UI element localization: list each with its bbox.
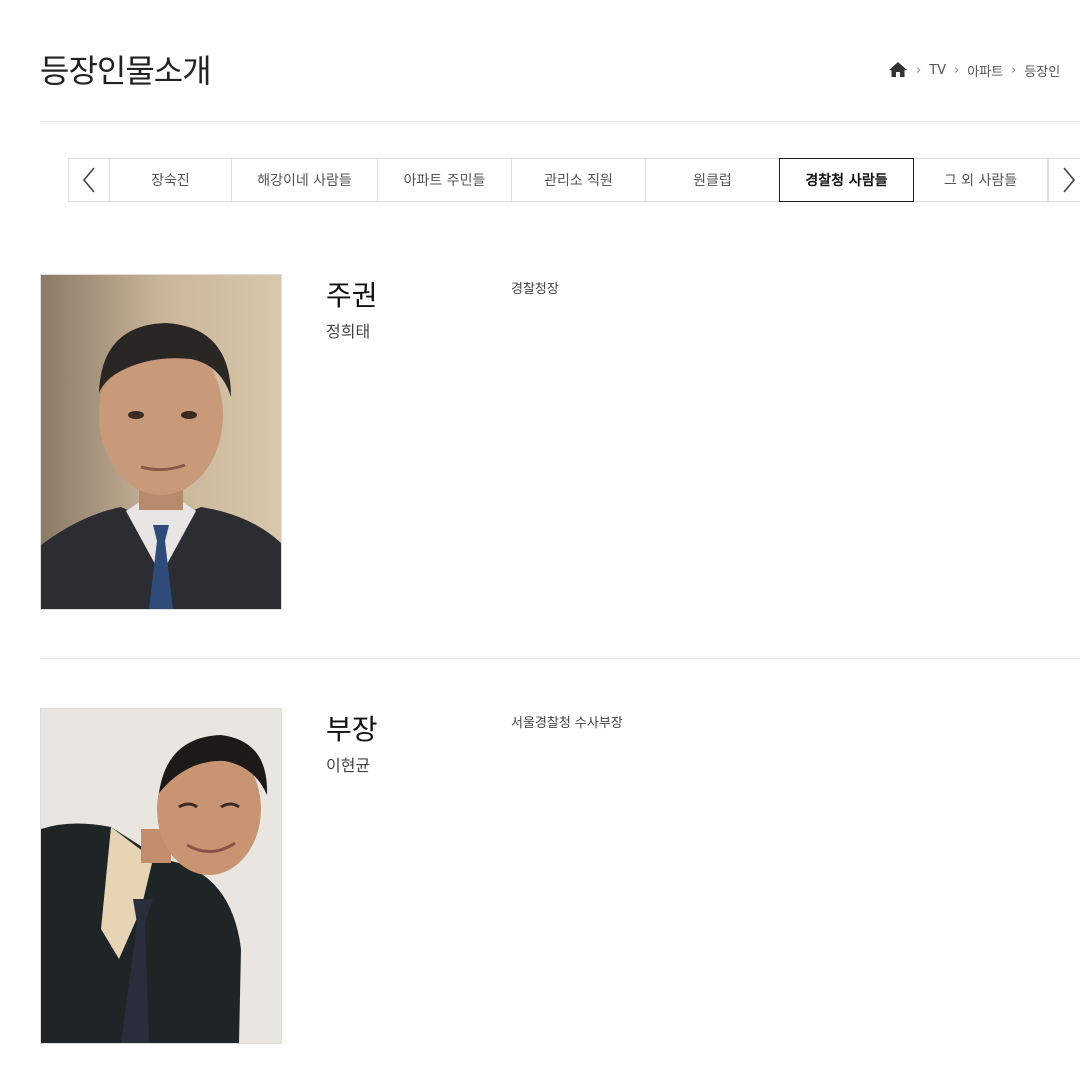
tab-one-club[interactable]: 원클럽 bbox=[646, 158, 780, 202]
tab-others[interactable]: 그 외 사람들 bbox=[914, 158, 1048, 202]
breadcrumb: › TV › 아파트 › 등장인 bbox=[888, 60, 1060, 80]
breadcrumb-separator-icon: › bbox=[1011, 62, 1017, 78]
breadcrumb-item-current[interactable]: 등장인 bbox=[1024, 61, 1060, 80]
character-photo bbox=[40, 274, 282, 610]
tab-apartment-residents[interactable]: 아파트 주민들 bbox=[378, 158, 512, 202]
character-role: 경찰청장 bbox=[511, 282, 559, 297]
character-name: 주권 bbox=[326, 279, 378, 312]
breadcrumb-separator-icon: › bbox=[954, 62, 960, 78]
actor-name: 정희태 bbox=[326, 322, 371, 341]
chevron-left-icon bbox=[82, 167, 95, 193]
tab-jang-sukjin[interactable]: 장숙진 bbox=[110, 158, 232, 202]
character-photo bbox=[40, 708, 282, 1044]
page-title: 등장인물소개 bbox=[40, 52, 212, 90]
prev-arrow-button[interactable] bbox=[68, 158, 110, 202]
header-divider bbox=[40, 121, 1080, 122]
next-arrow-button[interactable] bbox=[1048, 158, 1080, 202]
breadcrumb-item-program[interactable]: 아파트 bbox=[967, 61, 1003, 80]
character-divider bbox=[40, 658, 1080, 659]
chevron-right-icon bbox=[1063, 167, 1076, 193]
character-group-tabs: 장숙진 해강이네 사람들 아파트 주민들 관리소 직원 원클럽 경찰청 사람들 … bbox=[68, 158, 1080, 202]
home-icon[interactable] bbox=[888, 60, 908, 80]
breadcrumb-item-tv[interactable]: TV bbox=[929, 63, 946, 78]
character-name: 부장 bbox=[326, 713, 378, 746]
tab-haegang-family[interactable]: 해강이네 사람들 bbox=[232, 158, 378, 202]
actor-name: 이현균 bbox=[326, 756, 371, 775]
tab-police-agency[interactable]: 경찰청 사람들 bbox=[779, 158, 914, 202]
tab-management-staff[interactable]: 관리소 직원 bbox=[512, 158, 646, 202]
character-role: 서울경찰청 수사부장 bbox=[511, 716, 623, 731]
breadcrumb-separator-icon: › bbox=[916, 62, 922, 78]
